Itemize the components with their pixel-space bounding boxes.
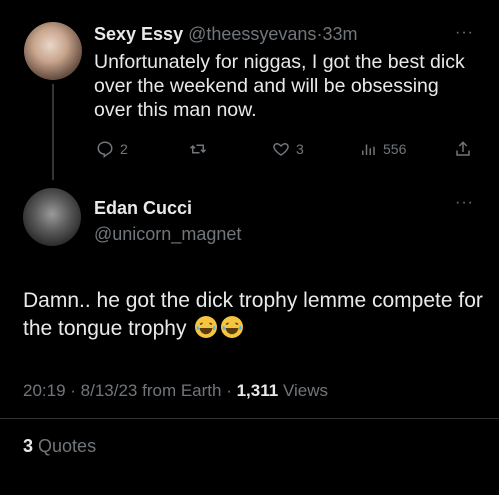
tweet-text: Unfortunately for niggas, I got the best… xyxy=(94,51,465,121)
tweet-location: from Earth xyxy=(142,381,222,400)
tweet-metadata: 20:19 · 8/13/23 from Earth · 1,311 Views xyxy=(23,381,328,400)
views-count: 1,311 xyxy=(236,381,279,400)
divider xyxy=(0,418,499,419)
avatar[interactable] xyxy=(24,22,82,80)
laughing-emoji xyxy=(195,316,218,338)
thread-connector-line xyxy=(52,84,54,180)
more-icon[interactable]: ··· xyxy=(455,194,474,212)
timestamp[interactable]: 33m xyxy=(322,24,357,44)
more-icon[interactable]: ··· xyxy=(455,24,474,42)
views-label: Views xyxy=(282,381,328,400)
handle[interactable]: @theessyevans xyxy=(188,24,316,44)
display-name[interactable]: Sexy Essy xyxy=(94,24,183,44)
share-button[interactable] xyxy=(454,140,472,158)
views-button[interactable]: 556 xyxy=(359,140,406,158)
handle[interactable]: @unicorn_magnet xyxy=(94,224,241,245)
tweet-text-content: Damn.. he got the dick trophy lemme comp… xyxy=(23,289,483,340)
tweet-date[interactable]: 8/13/23 xyxy=(81,381,138,400)
quotes-count: 3 xyxy=(23,436,34,456)
reply-button[interactable]: 2 xyxy=(96,140,128,158)
quotes-label: Quotes xyxy=(38,436,97,456)
like-count: 3 xyxy=(296,141,304,157)
view-count: 556 xyxy=(383,141,407,157)
tweet-time[interactable]: 20:19 xyxy=(23,381,66,400)
avatar[interactable] xyxy=(23,188,81,246)
like-icon xyxy=(273,142,289,156)
laughing-emoji xyxy=(221,316,244,338)
like-button[interactable]: 3 xyxy=(272,140,304,158)
quotes-link[interactable]: 3 Quotes xyxy=(23,436,96,457)
views-icon xyxy=(362,144,375,155)
retweet-icon xyxy=(189,144,207,154)
reply-icon xyxy=(97,141,113,158)
display-name[interactable]: Edan Cucci xyxy=(94,198,192,219)
retweet-button[interactable] xyxy=(188,140,214,158)
reply-count: 2 xyxy=(120,141,128,157)
tweet-text: Damn.. he got the dick trophy lemme comp… xyxy=(23,287,483,343)
tweet-header: Sexy Essy @theessyevans·33m xyxy=(94,24,357,45)
share-icon xyxy=(456,141,470,156)
